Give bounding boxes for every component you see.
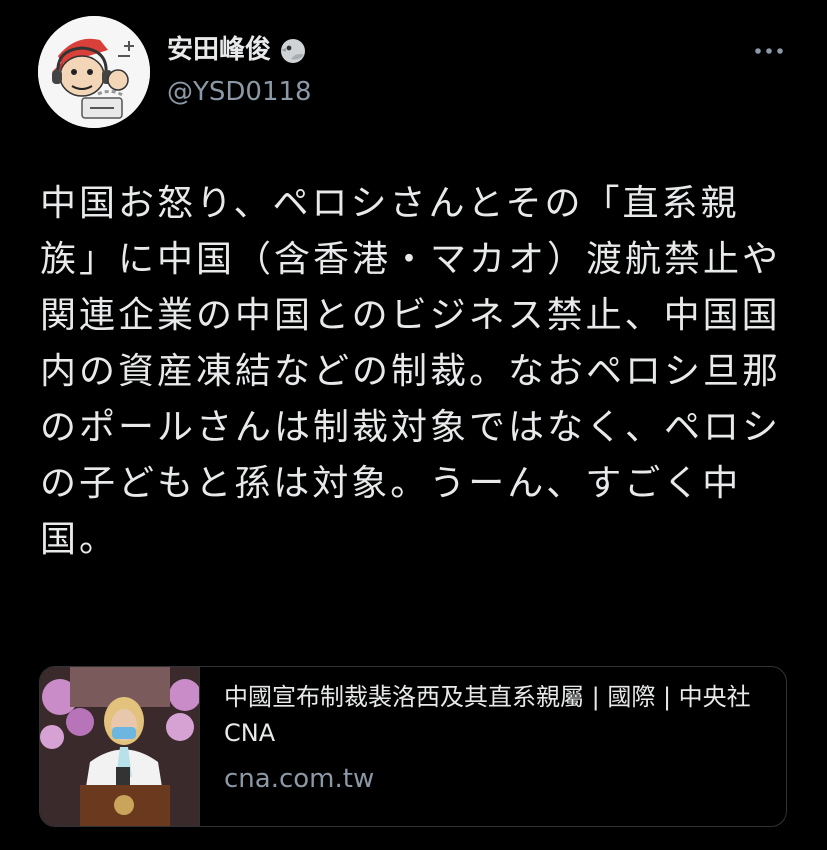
- card-domain: cna.com.tw: [224, 764, 375, 794]
- card-thumbnail: [40, 667, 201, 826]
- link-card[interactable]: 中國宣布制裁裴洛西及其直系親屬 | 國際 | 中央社 CNA cna.com.t…: [39, 666, 787, 827]
- author-name-row: 安田峰俊: [167, 34, 307, 66]
- tweet-text: 中国お怒り、ペロシさんとその「直系親族」に中国（含香港・マカオ）渡航禁止や関連企…: [40, 183, 782, 560]
- display-name[interactable]: 安田峰俊: [167, 34, 271, 66]
- more-options-button[interactable]: [752, 36, 786, 66]
- thumbnail-photo-icon: [40, 667, 201, 826]
- author-handle[interactable]: @YSD0118: [167, 76, 312, 108]
- tweet[interactable]: 安田峰俊 @YSD0118 中国お怒り、ペロシさんとその「直系親族」に中国（含香…: [0, 0, 827, 850]
- avatar[interactable]: [38, 16, 150, 128]
- more-dots-icon: [755, 48, 783, 54]
- card-title: 中國宣布制裁裴洛西及其直系親屬 | 國際 | 中央社 CNA: [224, 683, 751, 747]
- avatar-cartoon-icon: [38, 16, 150, 128]
- card-info: 中國宣布制裁裴洛西及其直系親屬 | 國際 | 中央社 CNA cna.com.t…: [224, 679, 764, 795]
- bird-emoji-icon: [277, 35, 307, 65]
